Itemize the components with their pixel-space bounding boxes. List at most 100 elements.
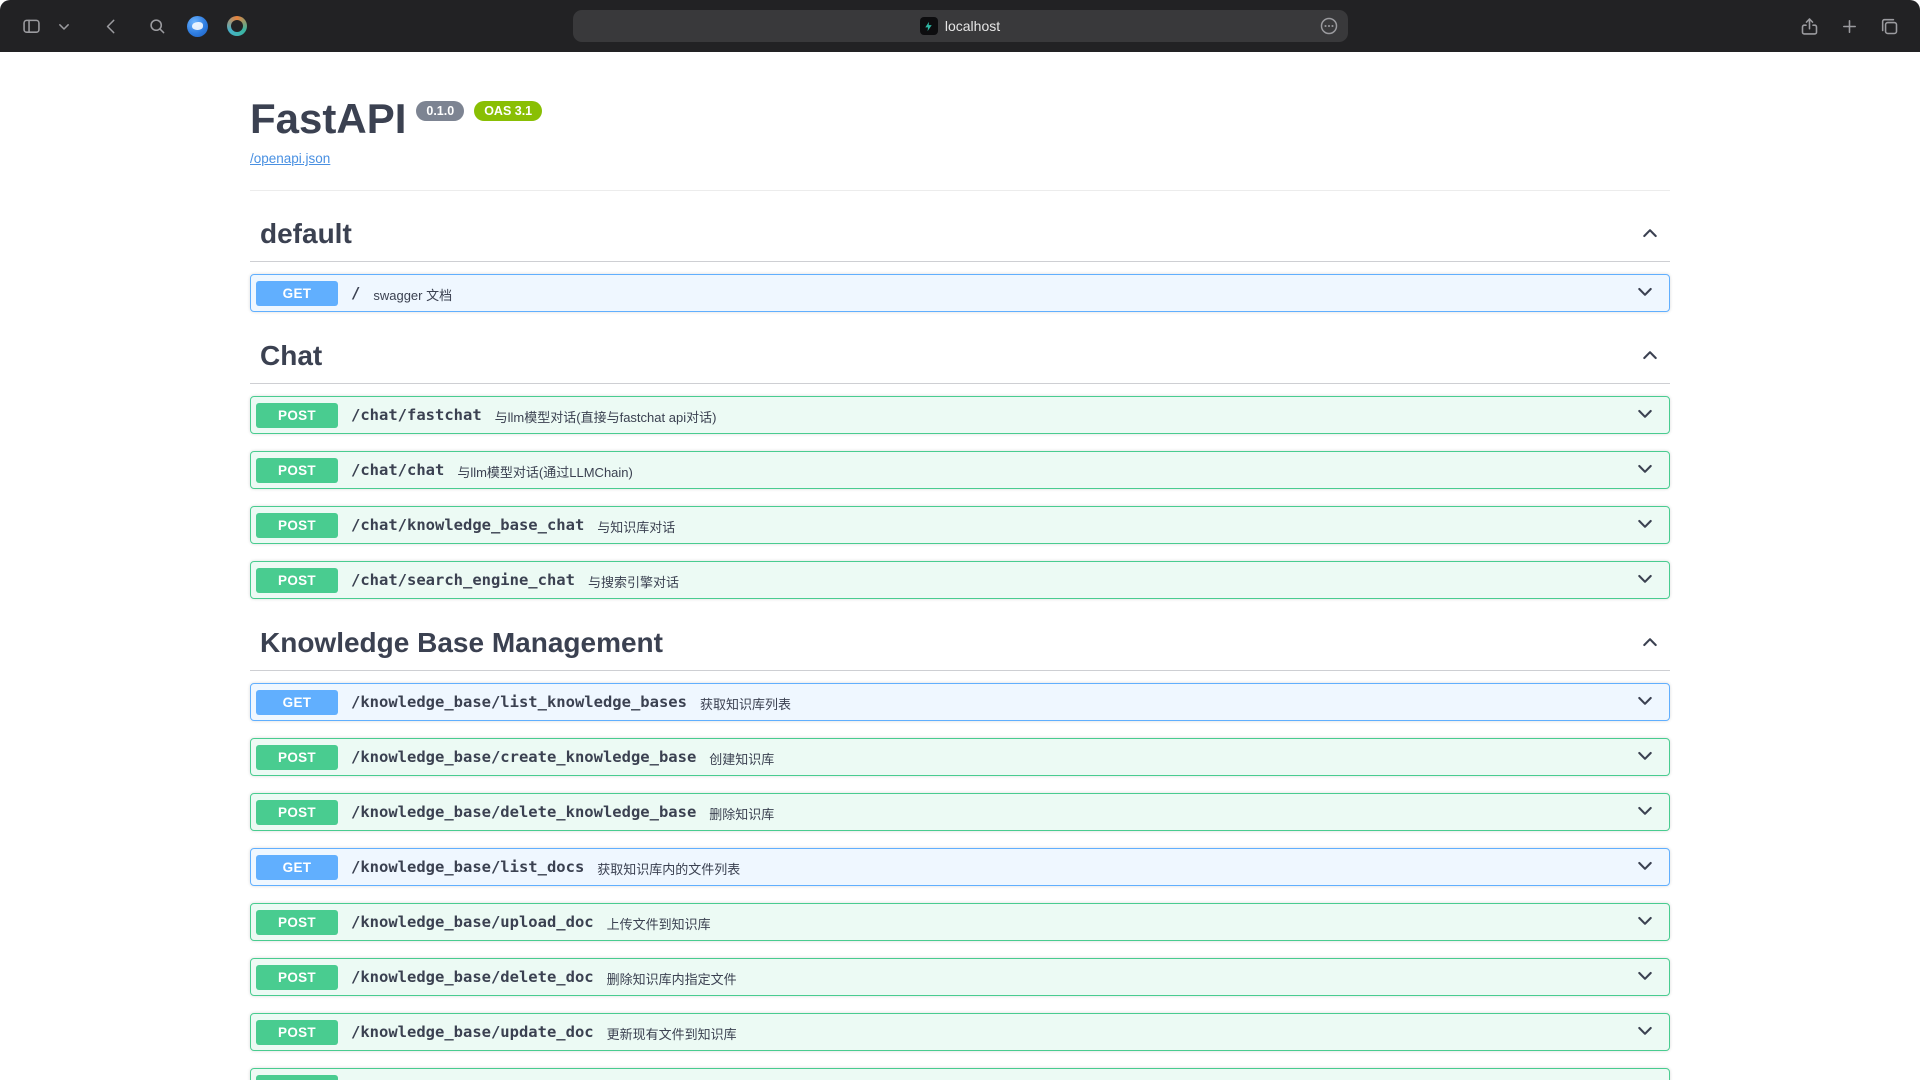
expand-operation-button[interactable] — [1635, 282, 1655, 305]
method-badge: POST — [256, 1020, 338, 1045]
openapi-spec-link[interactable]: /openapi.json — [250, 151, 330, 166]
chevron-down-icon — [1635, 746, 1655, 769]
site-favicon-icon — [920, 17, 938, 35]
expand-operation-button[interactable] — [1635, 514, 1655, 537]
section-header[interactable]: Chat — [250, 329, 1670, 384]
section-title: Chat — [260, 339, 322, 373]
endpoint-row[interactable]: POST /chat/knowledge_base_chat 与知识库对话 — [250, 506, 1670, 544]
endpoint-row[interactable]: POST /knowledge_base/recreate_vector_sto… — [250, 1068, 1670, 1080]
endpoint-row[interactable]: POST /knowledge_base/delete_doc 删除知识库内指定… — [250, 958, 1670, 996]
section-collapse-button[interactable] — [1640, 345, 1660, 368]
share-button[interactable] — [1792, 11, 1826, 41]
endpoint-row[interactable]: POST /knowledge_base/delete_knowledge_ba… — [250, 793, 1670, 831]
address-bar[interactable]: localhost — [573, 10, 1348, 42]
lightning-icon — [923, 21, 934, 32]
endpoint-row[interactable]: POST /chat/search_engine_chat 与搜索引擎对话 — [250, 561, 1670, 599]
endpoint-path: /knowledge_base/delete_doc — [351, 968, 594, 986]
browser-toolbar: localhost — [0, 0, 1920, 52]
endpoint-row[interactable]: GET / swagger 文档 — [250, 274, 1670, 312]
tab-overview-button[interactable] — [1872, 11, 1906, 41]
endpoint-summary: 更新现有文件到知识库 — [607, 1022, 737, 1043]
oas-badge: OAS 3.1 — [474, 101, 542, 121]
endpoint-path: /chat/knowledge_base_chat — [351, 516, 584, 534]
section-collapse-button[interactable] — [1640, 632, 1660, 655]
chevron-down-icon — [1635, 801, 1655, 824]
extension-button-blue[interactable] — [180, 11, 214, 41]
version-badge: 0.1.0 — [416, 101, 464, 121]
expand-operation-button[interactable] — [1635, 966, 1655, 989]
back-button[interactable] — [94, 11, 128, 41]
section-header[interactable]: default — [250, 207, 1670, 262]
method-badge: POST — [256, 965, 338, 990]
chevron-down-icon — [1635, 514, 1655, 537]
chevron-up-icon — [1640, 223, 1660, 246]
tab-overview-icon — [1879, 16, 1900, 37]
section-collapse-button[interactable] — [1640, 223, 1660, 246]
expand-operation-button[interactable] — [1635, 856, 1655, 879]
sidebar-toggle-button[interactable] — [14, 11, 48, 41]
expand-operation-button[interactable] — [1635, 801, 1655, 824]
chevron-down-icon — [1635, 569, 1655, 592]
method-badge: POST — [256, 1075, 338, 1080]
swagger-page: FastAPI 0.1.0 OAS 3.1 /openapi.json defa… — [0, 52, 1920, 1080]
endpoint-path: /knowledge_base/create_knowledge_base — [351, 748, 696, 766]
chevron-down-icon — [1635, 1076, 1655, 1080]
search-button[interactable] — [140, 11, 174, 41]
share-icon — [1799, 16, 1820, 37]
endpoint-row[interactable]: POST /knowledge_base/create_knowledge_ba… — [250, 738, 1670, 776]
endpoint-path: /knowledge_base/upload_doc — [351, 913, 594, 931]
endpoint-row[interactable]: GET /knowledge_base/list_knowledge_bases… — [250, 683, 1670, 721]
expand-operation-button[interactable] — [1635, 691, 1655, 714]
endpoint-row[interactable]: GET /knowledge_base/list_docs 获取知识库内的文件列… — [250, 848, 1670, 886]
expand-operation-button[interactable] — [1635, 459, 1655, 482]
endpoint-path: /knowledge_base/delete_knowledge_base — [351, 803, 696, 821]
section-header[interactable]: Knowledge Base Management — [250, 616, 1670, 671]
expand-operation-button[interactable] — [1635, 911, 1655, 934]
chevron-down-icon — [1635, 1021, 1655, 1044]
endpoint-summary: swagger 文档 — [373, 283, 452, 304]
chevron-down-icon — [1635, 691, 1655, 714]
page-settings-button[interactable] — [1318, 15, 1340, 37]
sidebar-toggle-icon — [21, 16, 42, 37]
blue-app-icon — [187, 16, 208, 37]
endpoint-row[interactable]: POST /knowledge_base/upload_doc 上传文件到知识库 — [250, 903, 1670, 941]
method-badge: POST — [256, 745, 338, 770]
ellipsis-circle-icon — [1318, 15, 1340, 37]
endpoint-path: /chat/fastchat — [351, 406, 482, 424]
method-badge: POST — [256, 403, 338, 428]
ring-app-icon — [227, 16, 247, 36]
api-sections: default GET / swagger 文档 Chat POST /chat… — [250, 207, 1670, 1080]
expand-operation-button[interactable] — [1635, 404, 1655, 427]
method-badge: GET — [256, 690, 338, 715]
section-title: Knowledge Base Management — [260, 626, 663, 660]
expand-operation-button[interactable] — [1635, 1021, 1655, 1044]
endpoint-path: /knowledge_base/list_knowledge_bases — [351, 693, 687, 711]
endpoint-summary: 获取知识库内的文件列表 — [597, 857, 740, 878]
endpoint-row[interactable]: POST /knowledge_base/update_doc 更新现有文件到知… — [250, 1013, 1670, 1051]
api-section: default GET / swagger 文档 — [250, 207, 1670, 312]
new-tab-button[interactable] — [1832, 11, 1866, 41]
endpoint-summary: 删除知识库内指定文件 — [607, 967, 737, 988]
address-text: localhost — [945, 18, 1000, 34]
endpoint-summary: 与llm模型对话(通过LLMChain) — [457, 460, 633, 481]
expand-operation-button[interactable] — [1635, 746, 1655, 769]
api-section: Chat POST /chat/fastchat 与llm模型对话(直接与fas… — [250, 329, 1670, 599]
api-info: FastAPI 0.1.0 OAS 3.1 /openapi.json — [250, 52, 1670, 191]
method-badge: GET — [256, 281, 338, 306]
extension-button-ring[interactable] — [220, 11, 254, 41]
api-section: Knowledge Base Management GET /knowledge… — [250, 616, 1670, 1080]
endpoint-summary: 与知识库对话 — [597, 515, 675, 536]
endpoint-path: /knowledge_base/update_doc — [351, 1023, 594, 1041]
chevron-down-icon — [1635, 911, 1655, 934]
endpoint-summary: 获取知识库列表 — [700, 692, 791, 713]
expand-operation-button[interactable] — [1635, 569, 1655, 592]
expand-operation-button[interactable] — [1635, 1076, 1655, 1080]
plus-icon — [1839, 16, 1860, 37]
chevron-up-icon — [1640, 632, 1660, 655]
endpoint-summary: 删除知识库 — [709, 802, 774, 823]
endpoint-row[interactable]: POST /chat/fastchat 与llm模型对话(直接与fastchat… — [250, 396, 1670, 434]
endpoint-path: /chat/chat — [351, 461, 444, 479]
toolbar-right-group — [1348, 11, 1907, 41]
endpoint-row[interactable]: POST /chat/chat 与llm模型对话(通过LLMChain) — [250, 451, 1670, 489]
tab-group-dropdown-button[interactable] — [54, 11, 74, 41]
